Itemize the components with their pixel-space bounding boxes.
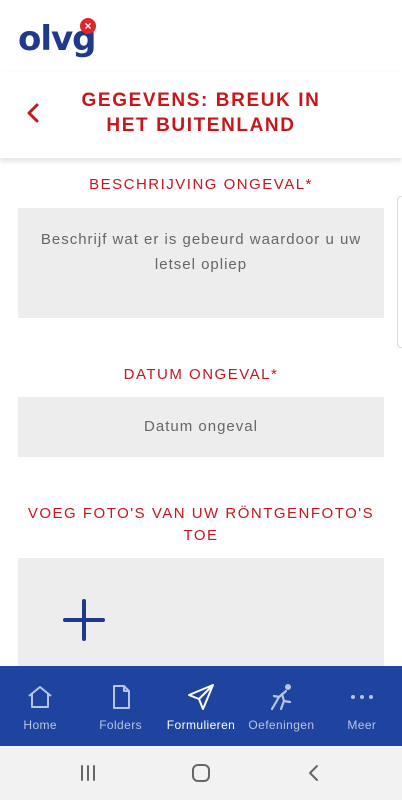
back-button[interactable] xyxy=(18,98,48,128)
description-label: BESCHRIJVING ONGEVAL* xyxy=(89,176,313,193)
photo-upload-area[interactable] xyxy=(18,558,384,666)
home-circle-icon[interactable] xyxy=(189,762,213,784)
nav-label-folders: Folders xyxy=(99,718,143,732)
page-header: GEGEVENS: BREUK IN HET BUITENLAND xyxy=(0,72,402,158)
more-icon xyxy=(350,695,373,699)
date-label: DATUM ONGEVAL* xyxy=(123,366,279,383)
scroll-indicator[interactable] xyxy=(397,196,402,348)
add-photo-button[interactable] xyxy=(62,598,106,642)
chevron-left-icon xyxy=(27,103,39,123)
nav-label-formulieren: Formulieren xyxy=(166,718,236,732)
page-title: GEGEVENS: BREUK IN HET BUITENLAND xyxy=(81,90,321,136)
logo-bar: olvg × xyxy=(0,0,402,72)
photos-label: VOEG FOTO'S VAN UW RÖNTGENFOTO'S TOE xyxy=(27,505,375,544)
logo-badge: × xyxy=(80,18,96,34)
bottom-navigation: Home Folders Formulieren Oefeningen Meer xyxy=(0,666,402,746)
plus-icon xyxy=(63,599,105,641)
nav-item-folders[interactable]: Folders xyxy=(80,666,160,746)
description-textarea[interactable]: Beschrijf wat er is gebeurd waardoor u u… xyxy=(18,208,384,318)
recent-apps-icon[interactable] xyxy=(76,762,100,784)
nav-item-meer[interactable]: Meer xyxy=(322,666,402,746)
document-icon xyxy=(112,685,130,709)
system-navigation-bar xyxy=(0,746,402,800)
nav-label-meer: Meer xyxy=(347,718,377,732)
nav-item-formulieren[interactable]: Formulieren xyxy=(161,666,241,746)
back-icon[interactable] xyxy=(302,762,326,784)
nav-item-oefeningen[interactable]: Oefeningen xyxy=(241,666,321,746)
nav-label-home: Home xyxy=(23,718,58,732)
nav-item-home[interactable]: Home xyxy=(0,666,80,746)
nav-label-oefeningen: Oefeningen xyxy=(248,718,315,732)
home-icon xyxy=(28,686,52,708)
date-input[interactable]: Datum ongeval xyxy=(18,397,384,457)
exercise-icon xyxy=(271,684,292,711)
form-content[interactable]: BESCHRIJVING ONGEVAL* Beschrijf wat er i… xyxy=(0,158,402,666)
send-icon xyxy=(188,684,215,710)
